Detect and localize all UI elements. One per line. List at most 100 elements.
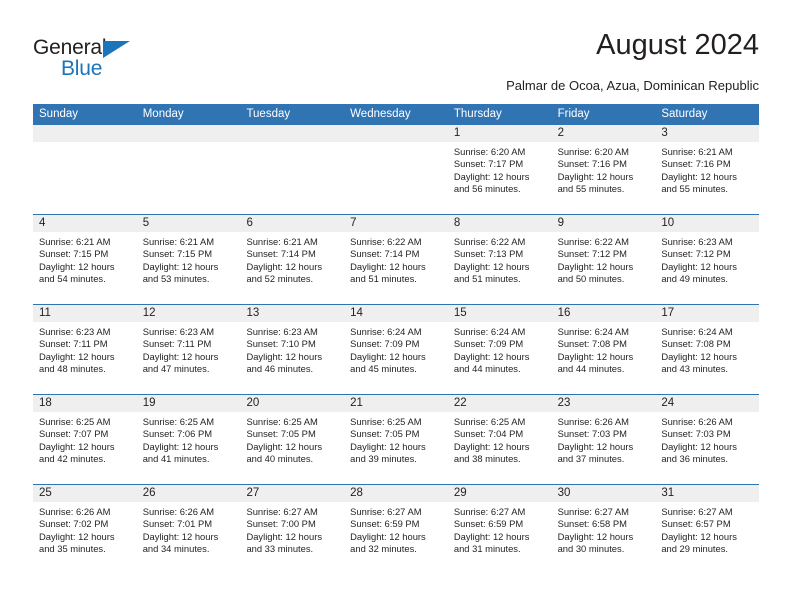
day-daylight-line2-text: and 52 minutes. — [246, 273, 314, 285]
day-sunrise-text: Sunrise: 6:27 AM — [557, 506, 629, 517]
calendar-day-cell[interactable]: 8 Sunrise: 6:22 AM Sunset: 7:13 PM Daylight… — [447, 215, 552, 304]
day-number — [344, 125, 448, 142]
day-sunrise-text: Sunrise: 6:21 AM — [142, 236, 215, 247]
day-number: 9 — [551, 215, 656, 232]
day-daylight-line2-text: and 39 minutes. — [350, 453, 417, 465]
calendar-day-cell[interactable]: 14 Sunrise: 6:24 AM Sunset: 7:09 PM Dayligh… — [344, 305, 448, 394]
day-sunrise-text: Sunrise: 6:22 AM — [557, 236, 629, 247]
day-daylight-line2-text: and 48 minutes. — [39, 363, 106, 375]
calendar-day-cell[interactable]: 24 Sunrise: 6:26 AM Sunset: 7:03 PM Dayligh… — [655, 395, 760, 484]
calendar-day-cell[interactable]: 9 Sunrise: 6:22 AM Sunset: 7:12 PM Daylight… — [551, 215, 656, 304]
day-number: 24 — [655, 395, 760, 412]
calendar-day-cell[interactable]: 31 Sunrise: 6:27 AM Sunset: 6:57 PM Dayligh… — [655, 485, 760, 574]
day-daylight-line2-text: and 44 minutes. — [453, 363, 521, 375]
day-daylight-line2-text: and 51 minutes. — [453, 273, 521, 285]
day-number — [240, 125, 345, 142]
calendar-day-cell[interactable]: 16 Sunrise: 6:24 AM Sunset: 7:08 PM Dayligh… — [551, 305, 656, 394]
page-header: General Blue August 2024 Palmar de Ocoa,… — [0, 0, 792, 104]
day-sun-info: Sunrise: 6:27 AM Sunset: 7:00 PM Daylight:… — [240, 502, 344, 556]
day-daylight-line1-text: Daylight: 12 hours — [142, 440, 219, 452]
calendar-day-cell[interactable]: 21 Sunrise: 6:25 AM Sunset: 7:05 PM Dayligh… — [344, 395, 448, 484]
calendar-day-cell[interactable]: 7 Sunrise: 6:22 AM Sunset: 7:14 PM Daylight… — [344, 215, 448, 304]
day-number: 31 — [655, 485, 760, 502]
day-sunset-text: Sunset: 7:07 PM — [39, 428, 109, 440]
calendar-day-cell[interactable]: 2 Sunrise: 6:20 AM Sunset: 7:16 PM Daylight… — [551, 125, 656, 214]
calendar-day-cell[interactable]: 25 Sunrise: 6:26 AM Sunset: 7:02 PM Dayligh… — [33, 485, 137, 574]
day-number: 6 — [240, 215, 345, 232]
day-daylight-line1-text: Daylight: 12 hours — [350, 440, 426, 452]
calendar-day-cell[interactable]: 6 Sunrise: 6:21 AM Sunset: 7:14 PM Daylight… — [240, 215, 345, 304]
day-daylight-line1-text: Daylight: 12 hours — [246, 260, 323, 272]
weekday-header-friday: Friday — [557, 108, 590, 120]
day-daylight-line1-text: Daylight: 12 hours — [39, 440, 115, 452]
calendar-day-cell[interactable]: 17 Sunrise: 6:24 AM Sunset: 7:08 PM Dayligh… — [655, 305, 760, 394]
day-sun-info: Sunrise: 6:21 AM Sunset: 7:15 PM Daylight:… — [137, 232, 241, 286]
general-blue-logo: General Blue — [33, 36, 163, 82]
day-sunrise-text: Sunrise: 6:23 AM — [246, 326, 318, 337]
calendar-day-cell[interactable]: 23 Sunrise: 6:26 AM Sunset: 7:03 PM Dayligh… — [551, 395, 656, 484]
day-sunset-text: Sunset: 7:15 PM — [142, 248, 213, 260]
day-sunrise-text: Sunrise: 6:25 AM — [142, 416, 215, 427]
day-sun-info: Sunrise: 6:24 AM Sunset: 7:08 PM Daylight:… — [552, 322, 656, 376]
calendar-day-cell[interactable]: 19 Sunrise: 6:25 AM Sunset: 7:06 PM Dayligh… — [136, 395, 241, 484]
logo-text-blue: Blue — [61, 57, 103, 80]
day-daylight-line2-text: and 53 minutes. — [142, 273, 210, 285]
day-sunrise-text: Sunrise: 6:23 AM — [142, 326, 215, 337]
calendar-day-cell[interactable]: 10 Sunrise: 6:23 AM Sunset: 7:12 PM Dayligh… — [655, 215, 760, 304]
day-daylight-line1-text: Daylight: 12 hours — [142, 260, 219, 272]
calendar-day-cell[interactable]: 18 Sunrise: 6:25 AM Sunset: 7:07 PM Dayligh… — [33, 395, 137, 484]
calendar-day-cell[interactable]: 3 Sunrise: 6:21 AM Sunset: 7:16 PM Daylight… — [655, 125, 760, 214]
day-sunrise-text: Sunrise: 6:21 AM — [39, 236, 111, 247]
calendar-day-cell[interactable]: 11 Sunrise: 6:23 AM Sunset: 7:11 PM Dayligh… — [33, 305, 137, 394]
day-sunset-text: Sunset: 7:17 PM — [453, 158, 524, 170]
day-daylight-line1-text: Daylight: 12 hours — [557, 260, 634, 272]
calendar-week-row: 18 Sunrise: 6:25 AM Sunset: 7:07 PM Dayligh… — [33, 394, 760, 484]
day-sunset-text: Sunset: 7:15 PM — [39, 248, 109, 260]
day-sunset-text: Sunset: 7:00 PM — [246, 518, 316, 530]
day-daylight-line2-text: and 36 minutes. — [661, 453, 729, 465]
day-sun-info: Sunrise: 6:24 AM Sunset: 7:09 PM Daylight:… — [344, 322, 448, 376]
day-sun-info: Sunrise: 6:26 AM Sunset: 7:02 PM Daylight:… — [33, 502, 137, 556]
day-sun-info: Sunrise: 6:27 AM Sunset: 6:58 PM Daylight:… — [552, 502, 656, 556]
day-sun-info: Sunrise: 6:24 AM Sunset: 7:09 PM Daylight:… — [448, 322, 552, 376]
calendar-day-cell[interactable]: 15 Sunrise: 6:24 AM Sunset: 7:09 PM Dayligh… — [447, 305, 552, 394]
day-number — [136, 125, 241, 142]
calendar-day-cell[interactable]: 1 Sunrise: 6:20 AM Sunset: 7:17 PM Daylight… — [447, 125, 552, 214]
calendar-week-row: 11 Sunrise: 6:23 AM Sunset: 7:11 PM Dayligh… — [33, 304, 760, 394]
day-daylight-line2-text: and 32 minutes. — [350, 543, 417, 555]
calendar-day-cell-empty — [240, 125, 345, 214]
day-daylight-line2-text: and 44 minutes. — [557, 363, 625, 375]
day-sunrise-text: Sunrise: 6:25 AM — [246, 416, 318, 427]
day-sunrise-text: Sunrise: 6:24 AM — [350, 326, 422, 337]
day-number: 20 — [240, 395, 345, 412]
calendar-day-cell[interactable]: 27 Sunrise: 6:27 AM Sunset: 7:00 PM Dayligh… — [240, 485, 345, 574]
day-sun-info: Sunrise: 6:25 AM Sunset: 7:05 PM Daylight:… — [344, 412, 448, 466]
day-sunset-text: Sunset: 7:11 PM — [39, 338, 108, 350]
calendar-day-cell[interactable]: 5 Sunrise: 6:21 AM Sunset: 7:15 PM Daylight… — [136, 215, 241, 304]
day-number: 29 — [447, 485, 552, 502]
calendar-day-cell[interactable]: 30 Sunrise: 6:27 AM Sunset: 6:58 PM Dayligh… — [551, 485, 656, 574]
day-number: 25 — [33, 485, 137, 502]
weekday-header-thursday: Thursday — [453, 108, 502, 120]
day-sun-info: Sunrise: 6:25 AM Sunset: 7:07 PM Daylight:… — [33, 412, 137, 466]
calendar-day-cell[interactable]: 26 Sunrise: 6:26 AM Sunset: 7:01 PM Dayligh… — [136, 485, 241, 574]
day-sunset-text: Sunset: 7:06 PM — [142, 428, 213, 440]
calendar-day-cell[interactable]: 4 Sunrise: 6:21 AM Sunset: 7:15 PM Daylight… — [33, 215, 137, 304]
day-number: 12 — [136, 305, 241, 322]
calendar-grid: Sunday Monday Tuesday Wednesday Thursday Frid… — [33, 104, 760, 574]
day-sun-info: Sunrise: 6:22 AM Sunset: 7:14 PM Daylight:… — [344, 232, 448, 286]
calendar-day-cell[interactable]: 29 Sunrise: 6:27 AM Sunset: 6:59 PM Dayligh… — [447, 485, 552, 574]
day-number: 14 — [344, 305, 448, 322]
calendar-page: General Blue August 2024 Palmar de Ocoa,… — [0, 0, 792, 612]
calendar-day-cell[interactable]: 13 Sunrise: 6:23 AM Sunset: 7:10 PM Dayligh… — [240, 305, 345, 394]
calendar-day-cell[interactable]: 28 Sunrise: 6:27 AM Sunset: 6:59 PM Dayligh… — [344, 485, 448, 574]
day-sun-info: Sunrise: 6:27 AM Sunset: 6:59 PM Daylight:… — [344, 502, 448, 556]
calendar-day-cell[interactable]: 12 Sunrise: 6:23 AM Sunset: 7:11 PM Dayligh… — [136, 305, 241, 394]
day-number: 11 — [33, 305, 137, 322]
day-number: 4 — [33, 215, 137, 232]
calendar-day-cell[interactable]: 22 Sunrise: 6:25 AM Sunset: 7:04 PM Dayligh… — [447, 395, 552, 484]
day-sunrise-text: Sunrise: 6:23 AM — [39, 326, 111, 337]
calendar-day-cell[interactable]: 20 Sunrise: 6:25 AM Sunset: 7:05 PM Dayligh… — [240, 395, 345, 484]
day-sunrise-text: Sunrise: 6:21 AM — [246, 236, 318, 247]
day-sun-info: Sunrise: 6:27 AM Sunset: 6:59 PM Daylight:… — [448, 502, 552, 556]
